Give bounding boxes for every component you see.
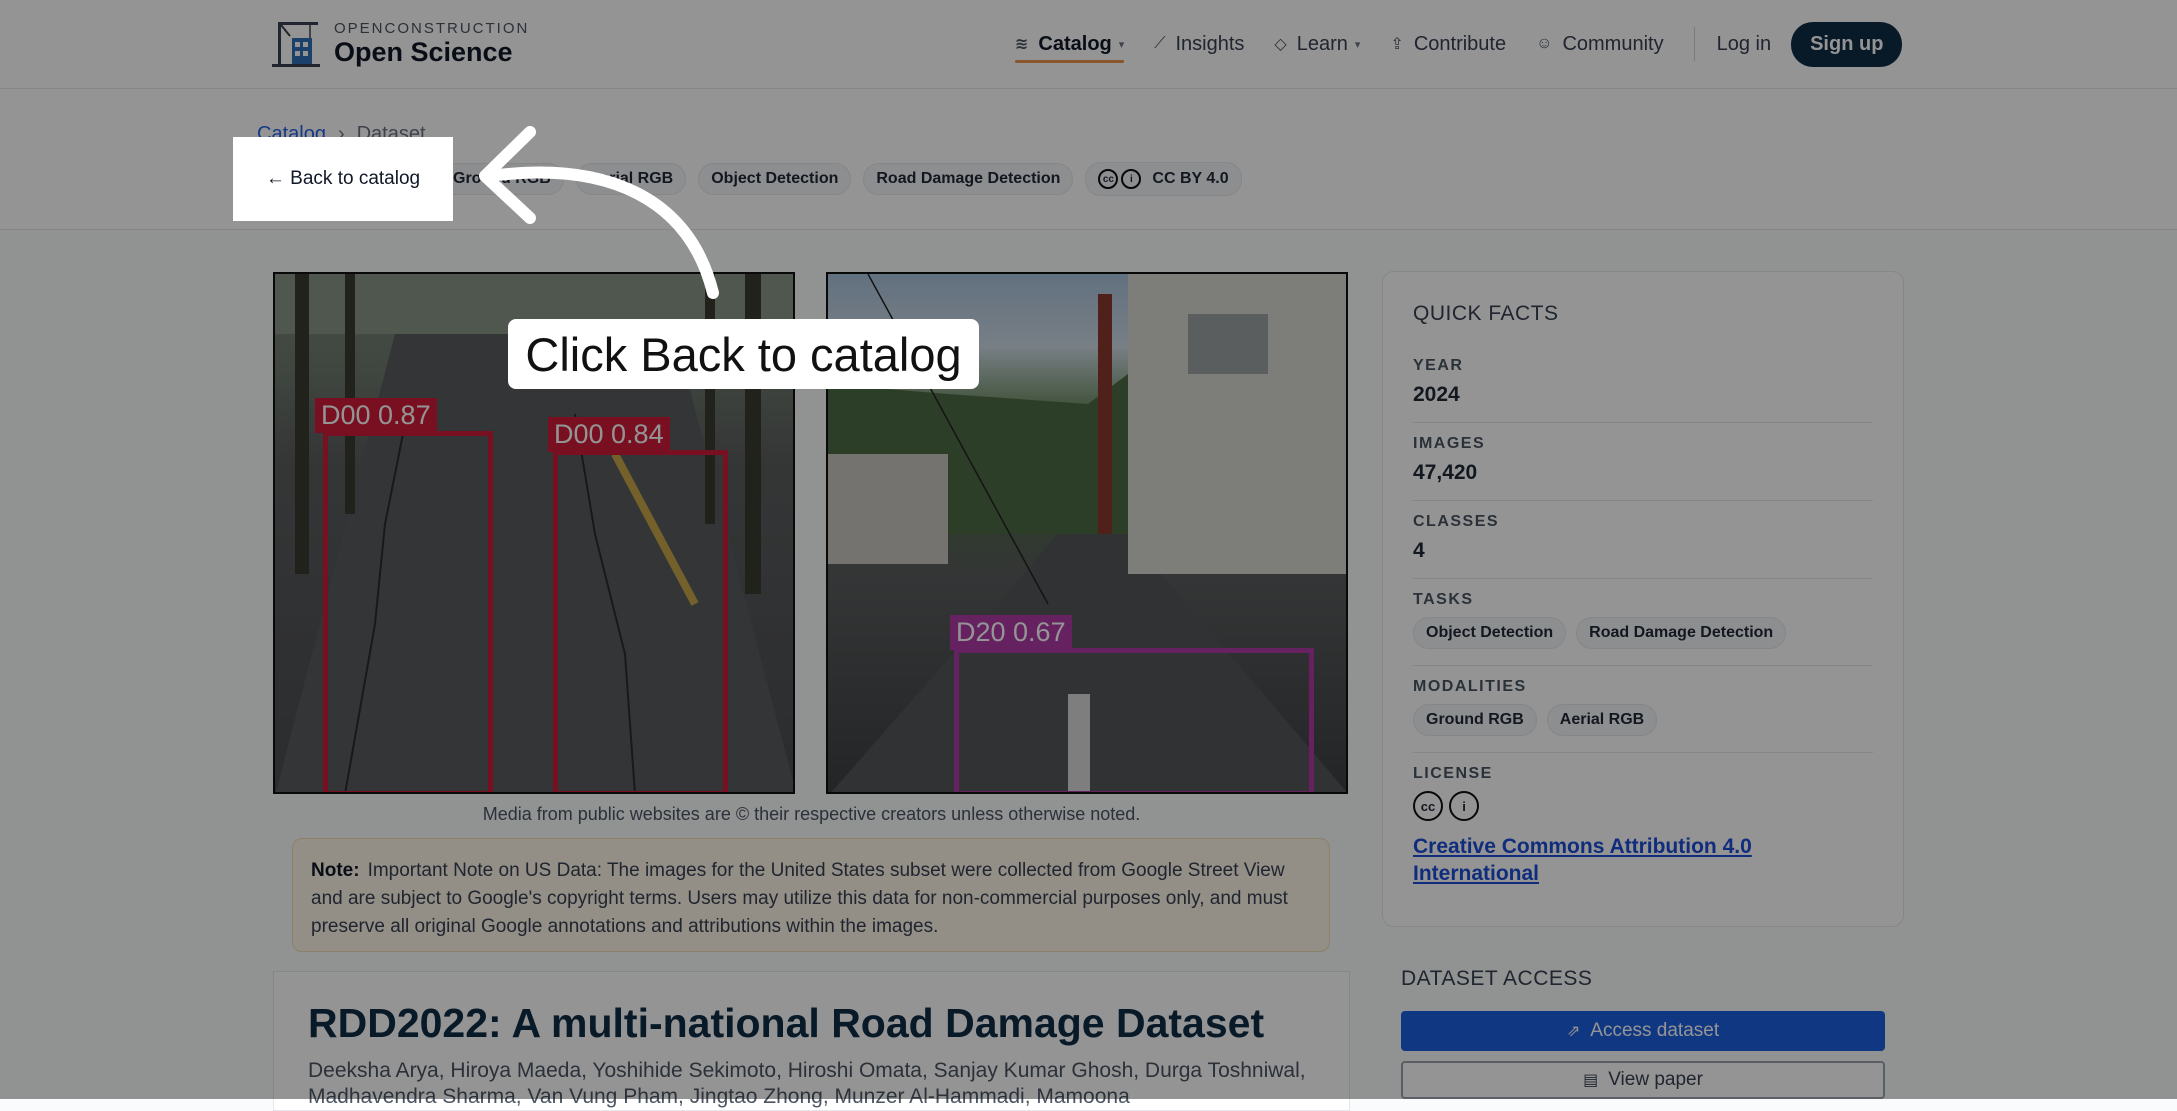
tag-chip[interactable]: Ground RGB bbox=[440, 163, 564, 195]
tag-chip[interactable]: Road Damage Detection bbox=[863, 163, 1074, 195]
instruction-callout: Click Back to catalog bbox=[508, 319, 979, 389]
brand-name: Open Science bbox=[334, 36, 513, 67]
us-data-note: Note: Important Note on US Data: The imag… bbox=[292, 838, 1330, 952]
access-dataset-button[interactable]: ⇗ Access dataset bbox=[1401, 1011, 1885, 1051]
nav-learn[interactable]: ◇ Learn ▾ bbox=[1274, 0, 1360, 88]
nav-community[interactable]: ☺ Community bbox=[1536, 0, 1663, 88]
license-chip[interactable]: cc i CC BY 4.0 bbox=[1085, 162, 1242, 196]
fact-classes: CLASSES 4 bbox=[1413, 513, 1873, 563]
signup-button[interactable]: Sign up bbox=[1791, 21, 1903, 67]
quick-facts-heading: QUICK FACTS bbox=[1413, 302, 1559, 325]
license-link[interactable]: Creative Commons Attribution 4.0 Interna… bbox=[1413, 833, 1773, 887]
fact-year: YEAR 2024 bbox=[1413, 357, 1873, 407]
divider bbox=[1413, 578, 1873, 579]
detection-label: D00 0.87 bbox=[315, 398, 437, 433]
dataset-authors: Deeksha Arya, Hiroya Maeda, Yoshihide Se… bbox=[308, 1059, 1306, 1108]
fact-images: IMAGES 47,420 bbox=[1413, 435, 1873, 485]
fact-label: IMAGES bbox=[1413, 435, 1486, 452]
back-to-catalog-button[interactable]: ← Back to catalog bbox=[233, 137, 453, 221]
divider bbox=[1413, 665, 1873, 666]
brand-small: OPENCONSTRUCTION bbox=[334, 19, 530, 37]
fact-label: TASKS bbox=[1413, 591, 1474, 608]
user-icon: ☺ bbox=[1536, 35, 1553, 52]
tag-chip[interactable]: Aerial RGB bbox=[575, 163, 687, 195]
cc-icon: cc bbox=[1413, 791, 1443, 821]
chart-icon: ⟋ bbox=[1154, 35, 1166, 52]
fact-value: 2024 bbox=[1413, 383, 1460, 406]
view-paper-label: View paper bbox=[1608, 1069, 1703, 1090]
task-pill[interactable]: Object Detection bbox=[1413, 617, 1567, 649]
layers-icon: ≋ bbox=[1015, 36, 1029, 53]
attribution-icon: i bbox=[1121, 169, 1142, 189]
attribution-icon: i bbox=[1449, 791, 1479, 821]
document-icon: ▤ bbox=[1583, 1072, 1599, 1089]
dataset-access-heading: DATASET ACCESS bbox=[1401, 967, 1593, 990]
divider bbox=[1413, 422, 1873, 423]
chevron-down-icon: ▾ bbox=[1354, 38, 1361, 51]
task-pill[interactable]: Road Damage Detection bbox=[1576, 617, 1787, 649]
fact-label: CLASSES bbox=[1413, 513, 1500, 530]
view-paper-button[interactable]: ▤ View paper bbox=[1401, 1061, 1885, 1099]
fact-tasks: TASKS Object Detection Road Damage Detec… bbox=[1413, 591, 1873, 649]
fact-label: YEAR bbox=[1413, 357, 1464, 374]
nav-catalog-label: Catalog bbox=[1038, 32, 1112, 55]
nav-contribute[interactable]: ⇪ Contribute bbox=[1390, 0, 1506, 88]
graduation-icon: ◇ bbox=[1274, 36, 1287, 53]
license-chip-label: CC BY 4.0 bbox=[1152, 170, 1229, 187]
nav-divider bbox=[1693, 27, 1695, 61]
divider bbox=[1413, 752, 1873, 753]
fact-label: MODALITIES bbox=[1413, 678, 1527, 695]
detection-label: D00 0.84 bbox=[548, 417, 670, 452]
external-link-icon: ⇗ bbox=[1566, 1023, 1581, 1040]
divider bbox=[1413, 500, 1873, 501]
modality-pill[interactable]: Aerial RGB bbox=[1546, 704, 1658, 736]
fact-value: 47,420 bbox=[1413, 461, 1478, 484]
fact-value: 4 bbox=[1413, 539, 1425, 562]
nav-contribute-label: Contribute bbox=[1413, 32, 1507, 55]
dataset-title: RDD2022: A multi-national Road Damage Da… bbox=[308, 1000, 1265, 1046]
detection-box bbox=[323, 431, 493, 792]
fact-label: LICENSE bbox=[1413, 765, 1493, 782]
note-text: Important Note on US Data: The images fo… bbox=[311, 860, 1288, 937]
chevron-down-icon: ▾ bbox=[1118, 38, 1125, 51]
detection-box bbox=[954, 648, 1314, 792]
top-navigation: OPENCONSTRUCTION Open Science ≋ Catalog … bbox=[0, 0, 2177, 89]
detection-box bbox=[553, 450, 728, 792]
modality-pill[interactable]: Ground RGB bbox=[1413, 704, 1537, 736]
nav-community-label: Community bbox=[1562, 32, 1664, 55]
upload-icon: ⇪ bbox=[1390, 36, 1404, 53]
nav-insights-label: Insights bbox=[1175, 32, 1245, 55]
access-dataset-label: Access dataset bbox=[1590, 1020, 1720, 1041]
note-label: Note: bbox=[311, 860, 360, 881]
crane-logo-icon bbox=[272, 22, 320, 67]
tag-chip[interactable]: Object Detection bbox=[698, 163, 852, 195]
detection-label: D20 0.67 bbox=[950, 615, 1072, 650]
fact-modalities: MODALITIES Ground RGB Aerial RGB bbox=[1413, 678, 1873, 736]
dataset-tags: Ground RGB Aerial RGB Object Detection R… bbox=[440, 162, 1254, 196]
nav-catalog[interactable]: ≋ Catalog ▾ bbox=[1015, 0, 1125, 88]
site-logo[interactable]: OPENCONSTRUCTION Open Science bbox=[270, 16, 529, 70]
media-caption: Media from public websites are © their r… bbox=[482, 804, 1141, 824]
login-link[interactable]: Log in bbox=[1717, 33, 1772, 56]
cc-icon: cc bbox=[1098, 169, 1119, 189]
fact-license: LICENSE cc i Creative Commons Attributio… bbox=[1413, 765, 1873, 887]
nav-insights[interactable]: ⟋ Insights bbox=[1154, 0, 1244, 88]
main-nav: ≋ Catalog ▾ ⟋ Insights ◇ Learn ▾ ⇪ Contr… bbox=[1015, 0, 1903, 88]
nav-learn-label: Learn bbox=[1296, 32, 1348, 55]
quick-facts-panel: QUICK FACTS YEAR 2024 IMAGES 47,420 CLAS… bbox=[1382, 271, 1904, 927]
